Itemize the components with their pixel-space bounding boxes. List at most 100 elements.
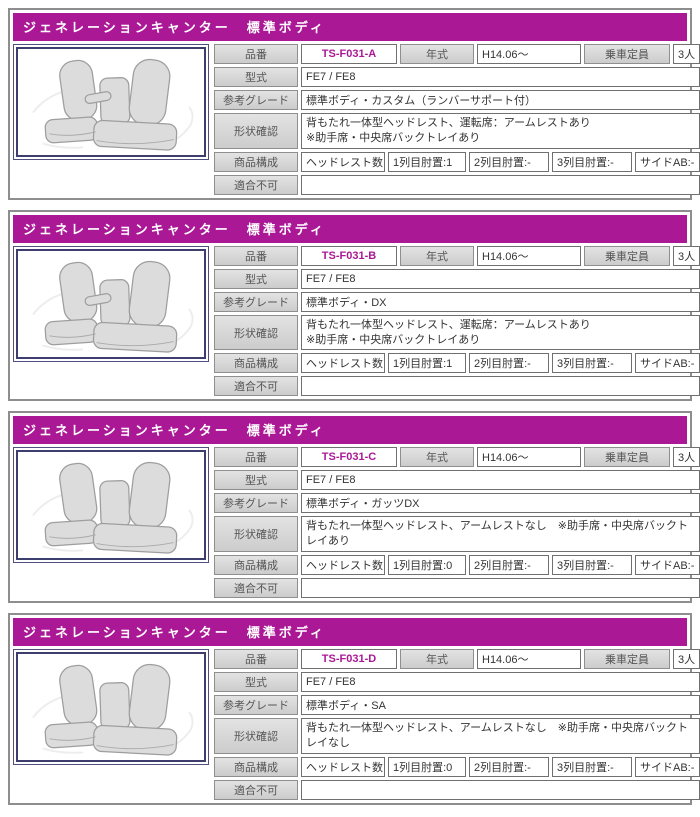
label-capacity: 乗車定員 [584,44,670,64]
year-value: H14.06～ [477,44,581,64]
composition-row1-armrest: 1列目肘置:1 [388,151,466,172]
composition-row1-armrest: 1列目肘置:0 [388,555,466,576]
incompatible-value [301,578,700,599]
row-shape: 形状確認 背もたれ一体型ヘッドレスト、運転席：アームレストあり ※助手席・中央席… [214,113,700,149]
row-model: 型式 FE7 / FE8 [214,67,700,87]
composition-row2-armrest: 2列目肘置:- [469,756,549,777]
capacity-value: 3人 [673,245,700,266]
shape-value: 背もたれ一体型ヘッドレスト、運転席：アームレストあり ※助手席・中央席バックトレ… [301,314,700,351]
block-body: 品番 TS-F031-B 年式 H14.06～ 乗車定員 3人 型式 FE7 /… [13,245,700,397]
grade-value: 標準ボディ・SA [301,695,700,716]
composition-row3-armrest: 3列目肘置:- [552,756,632,777]
spec-table: 品番 TS-F031-D 年式 H14.06～ 乗車定員 3人 型式 FE7 /… [214,649,700,800]
composition-headrest: ヘッドレスト数:0 [301,151,385,172]
spec-table: 品番 TS-F031-B 年式 H14.06～ 乗車定員 3人 型式 FE7 /… [214,245,700,397]
row-shape: 形状確認 背もたれ一体型ヘッドレスト、運転席：アームレストあり ※助手席・中央席… [214,314,700,351]
label-part-number: 品番 [214,447,298,468]
model-value: FE7 / FE8 [301,672,700,693]
seat-image-frame [13,649,209,766]
part-number-value: TS-F031-A [301,44,397,64]
row-part-number: 品番 TS-F031-D 年式 H14.06～ 乗車定員 3人 [214,649,700,670]
seat-image-frame [13,44,209,160]
label-capacity: 乗車定員 [584,245,670,266]
label-year: 年式 [400,447,474,468]
label-shape: 形状確認 [214,113,298,149]
seat-illustration-svg [32,663,194,756]
label-shape: 形状確認 [214,516,298,553]
row-incompatible: 適合不可 [214,174,700,195]
shape-value: 背もたれ一体型ヘッドレスト、アームレストなし ※助手席・中央席バックトレイあり [301,516,700,553]
label-capacity: 乗車定員 [584,649,670,670]
label-year: 年式 [400,649,474,670]
block-title: ジェネレーションキャンター 標準ボディ [23,423,326,439]
composition-headrest: ヘッドレスト数:0 [301,756,385,777]
row-shape: 形状確認 背もたれ一体型ヘッドレスト、アームレストなし ※助手席・中央席バックト… [214,516,700,553]
label-capacity: 乗車定員 [584,447,670,468]
shape-line-1: 背もたれ一体型ヘッドレスト、運転席：アームレストあり [306,318,591,331]
year-value: H14.06～ [477,649,581,670]
composition-side-airbag: サイドAB:- [635,353,700,374]
grade-value: 標準ボディ・カスタム（ランバーサポート付） [301,90,700,110]
row-grade: 参考グレード 標準ボディ・SA [214,695,700,716]
row-model: 型式 FE7 / FE8 [214,268,700,289]
label-composition: 商品構成 [214,151,298,172]
composition-row1-armrest: 1列目肘置:1 [388,353,466,374]
row-part-number: 品番 TS-F031-A 年式 H14.06～ 乗車定員 3人 [214,44,700,64]
block-header: ジェネレーションキャンター 標準ボディ [13,618,687,647]
product-block: ジェネレーションキャンター 標準ボディ [8,613,700,805]
part-number-value: TS-F031-B [301,245,397,266]
shape-value: 背もたれ一体型ヘッドレスト、運転席：アームレストあり ※助手席・中央席バックトレ… [301,113,700,149]
composition-headrest: ヘッドレスト数:0 [301,353,385,374]
composition-row2-armrest: 2列目肘置:- [469,353,549,374]
shape-line-2: ※助手席・中央席バックトレイあり [306,131,481,144]
row-composition: 商品構成 ヘッドレスト数:0 1列目肘置:1 2列目肘置:- 3列目肘置:- サ… [214,151,700,172]
label-year: 年式 [400,245,474,266]
shape-line-2: ※助手席・中央席バックトレイあり [306,333,481,346]
row-grade: 参考グレード 標準ボディ・カスタム（ランバーサポート付） [214,90,700,110]
spec-table: 品番 TS-F031-A 年式 H14.06～ 乗車定員 3人 型式 FE7 /… [214,44,700,195]
product-block: ジェネレーションキャンター 標準ボディ [8,209,700,402]
composition-row2-armrest: 2列目肘置:- [469,151,549,172]
label-composition: 商品構成 [214,353,298,374]
label-model: 型式 [214,67,298,87]
row-model: 型式 FE7 / FE8 [214,672,700,693]
block-body: 品番 TS-F031-C 年式 H14.06～ 乗車定員 3人 型式 FE7 /… [13,447,700,599]
product-block: ジェネレーションキャンター 標準ボディ [8,411,700,604]
year-value: H14.06～ [477,447,581,468]
row-incompatible: 適合不可 [214,578,700,599]
label-grade: 参考グレード [214,291,298,312]
label-part-number: 品番 [214,245,298,266]
shape-value: 背もたれ一体型ヘッドレスト、アームレストなし ※助手席・中央席バックトレイなし [301,718,700,754]
label-incompatible: 適合不可 [214,174,298,195]
capacity-value: 3人 [673,44,700,64]
row-incompatible: 適合不可 [214,376,700,397]
label-year: 年式 [400,44,474,64]
row-model: 型式 FE7 / FE8 [214,470,700,491]
part-number-value: TS-F031-C [301,447,397,468]
row-incompatible: 適合不可 [214,779,700,800]
row-composition: 商品構成 ヘッドレスト数:0 1列目肘置:0 2列目肘置:- 3列目肘置:- サ… [214,555,700,576]
row-shape: 形状確認 背もたれ一体型ヘッドレスト、アームレストなし ※助手席・中央席バックト… [214,718,700,754]
seat-illustration-svg [32,462,194,554]
block-header: ジェネレーションキャンター 標準ボディ [13,13,687,41]
seat-illustration-svg [32,58,194,151]
incompatible-value [301,174,700,195]
composition-row1-armrest: 1列目肘置:0 [388,756,466,777]
block-title: ジェネレーションキャンター 標準ボディ [23,625,326,641]
truck-seat-illustration [16,47,206,157]
year-value: H14.06～ [477,245,581,266]
block-body: 品番 TS-F031-D 年式 H14.06～ 乗車定員 3人 型式 FE7 /… [13,649,700,800]
truck-seat-illustration [16,248,206,359]
truck-seat-illustration [16,450,206,561]
row-grade: 参考グレード 標準ボディ・DX [214,291,700,312]
block-body: 品番 TS-F031-A 年式 H14.06～ 乗車定員 3人 型式 FE7 /… [13,44,700,195]
incompatible-value [301,779,700,800]
block-header: ジェネレーションキャンター 標準ボディ [13,214,687,243]
grade-value: 標準ボディ・ガッツDX [301,493,700,514]
composition-side-airbag: サイドAB:- [635,756,700,777]
seat-image-frame [13,447,209,564]
label-shape: 形状確認 [214,718,298,754]
label-model: 型式 [214,268,298,289]
label-part-number: 品番 [214,649,298,670]
composition-side-airbag: サイドAB:- [635,555,700,576]
